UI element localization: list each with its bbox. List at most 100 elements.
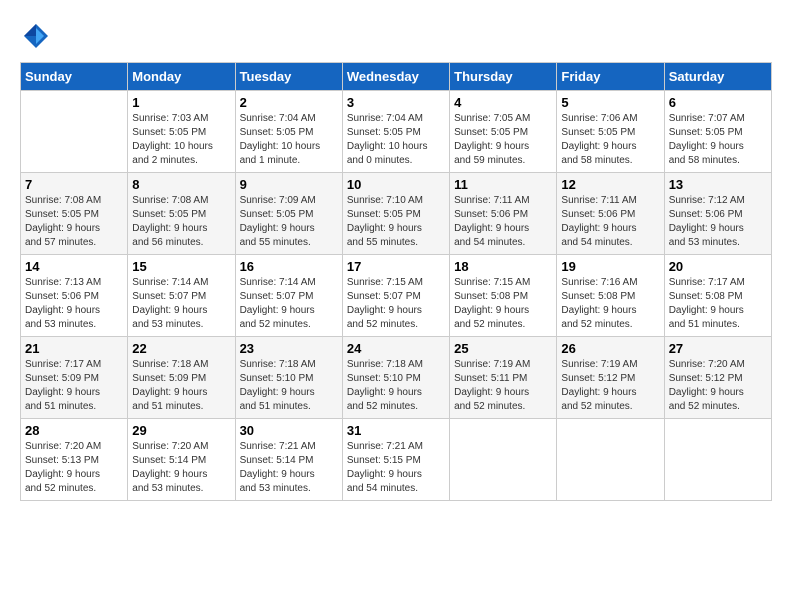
calendar-cell: 25 Sunrise: 7:19 AM Sunset: 5:11 PM Dayli…: [450, 337, 557, 419]
day-number: 6: [669, 95, 767, 110]
day-info: Sunrise: 7:11 AM Sunset: 5:06 PM Dayligh…: [561, 194, 659, 250]
calendar-table: SundayMondayTuesdayWednesdayThursdayFrid…: [20, 62, 772, 501]
day-number: 10: [347, 177, 445, 192]
day-info: Sunrise: 7:20 AM Sunset: 5:12 PM Dayligh…: [669, 358, 767, 414]
day-number: 28: [25, 423, 123, 438]
day-info: Sunrise: 7:03 AM Sunset: 5:05 PM Dayligh…: [132, 112, 230, 168]
day-number: 8: [132, 177, 230, 192]
calendar-cell: 12 Sunrise: 7:11 AM Sunset: 5:06 PM Dayli…: [557, 173, 664, 255]
day-info: Sunrise: 7:17 AM Sunset: 5:08 PM Dayligh…: [669, 276, 767, 332]
day-info: Sunrise: 7:04 AM Sunset: 5:05 PM Dayligh…: [347, 112, 445, 168]
day-number: 13: [669, 177, 767, 192]
logo: [20, 20, 56, 52]
day-number: 7: [25, 177, 123, 192]
day-number: 15: [132, 259, 230, 274]
week-row-1: 1 Sunrise: 7:03 AM Sunset: 5:05 PM Daylig…: [21, 91, 772, 173]
day-info: Sunrise: 7:21 AM Sunset: 5:14 PM Dayligh…: [240, 440, 338, 496]
day-info: Sunrise: 7:16 AM Sunset: 5:08 PM Dayligh…: [561, 276, 659, 332]
calendar-cell: [557, 419, 664, 501]
calendar-cell: 11Sunrise: 7:11 AM Sunset: 5:06 PM Dayli…: [450, 173, 557, 255]
calendar-cell: [21, 91, 128, 173]
day-number: 25: [454, 341, 552, 356]
day-info: Sunrise: 7:18 AM Sunset: 5:10 PM Dayligh…: [347, 358, 445, 414]
week-row-2: 7 Sunrise: 7:08 AM Sunset: 5:05 PM Daylig…: [21, 173, 772, 255]
calendar-cell: [450, 419, 557, 501]
weekday-header-saturday: Saturday: [664, 63, 771, 91]
day-info: Sunrise: 7:10 AM Sunset: 5:05 PM Dayligh…: [347, 194, 445, 250]
calendar-cell: 14 Sunrise: 7:13 AM Sunset: 5:06 PM Dayli…: [21, 255, 128, 337]
day-info: Sunrise: 7:08 AM Sunset: 5:05 PM Dayligh…: [25, 194, 123, 250]
weekday-header-wednesday: Wednesday: [342, 63, 449, 91]
calendar-cell: 23 Sunrise: 7:18 AM Sunset: 5:10 PM Dayli…: [235, 337, 342, 419]
day-number: 14: [25, 259, 123, 274]
calendar-cell: 8 Sunrise: 7:08 AM Sunset: 5:05 PM Daylig…: [128, 173, 235, 255]
day-info: Sunrise: 7:17 AM Sunset: 5:09 PM Dayligh…: [25, 358, 123, 414]
day-number: 30: [240, 423, 338, 438]
day-number: 18: [454, 259, 552, 274]
calendar-cell: 6Sunrise: 7:07 AM Sunset: 5:05 PM Daylig…: [664, 91, 771, 173]
day-info: Sunrise: 7:19 AM Sunset: 5:12 PM Dayligh…: [561, 358, 659, 414]
calendar-cell: 16 Sunrise: 7:14 AM Sunset: 5:07 PM Dayli…: [235, 255, 342, 337]
day-number: 27: [669, 341, 767, 356]
day-number: 4: [454, 95, 552, 110]
week-row-3: 14 Sunrise: 7:13 AM Sunset: 5:06 PM Dayli…: [21, 255, 772, 337]
day-info: Sunrise: 7:20 AM Sunset: 5:13 PM Dayligh…: [25, 440, 123, 496]
calendar-cell: 24Sunrise: 7:18 AM Sunset: 5:10 PM Dayli…: [342, 337, 449, 419]
calendar-cell: 27 Sunrise: 7:20 AM Sunset: 5:12 PM Dayli…: [664, 337, 771, 419]
calendar-cell: 3Sunrise: 7:04 AM Sunset: 5:05 PM Daylig…: [342, 91, 449, 173]
day-info: Sunrise: 7:15 AM Sunset: 5:07 PM Dayligh…: [347, 276, 445, 332]
day-number: 5: [561, 95, 659, 110]
weekday-header-thursday: Thursday: [450, 63, 557, 91]
day-number: 26: [561, 341, 659, 356]
calendar-cell: 20 Sunrise: 7:17 AM Sunset: 5:08 PM Dayli…: [664, 255, 771, 337]
day-number: 29: [132, 423, 230, 438]
day-number: 12: [561, 177, 659, 192]
day-info: Sunrise: 7:04 AM Sunset: 5:05 PM Dayligh…: [240, 112, 338, 168]
day-info: Sunrise: 7:18 AM Sunset: 5:10 PM Dayligh…: [240, 358, 338, 414]
calendar-cell: 26 Sunrise: 7:19 AM Sunset: 5:12 PM Dayli…: [557, 337, 664, 419]
calendar-cell: 19Sunrise: 7:16 AM Sunset: 5:08 PM Dayli…: [557, 255, 664, 337]
day-number: 21: [25, 341, 123, 356]
calendar-cell: 15 Sunrise: 7:14 AM Sunset: 5:07 PM Dayli…: [128, 255, 235, 337]
day-info: Sunrise: 7:14 AM Sunset: 5:07 PM Dayligh…: [240, 276, 338, 332]
calendar-cell: 18 Sunrise: 7:15 AM Sunset: 5:08 PM Dayli…: [450, 255, 557, 337]
calendar-cell: 10 Sunrise: 7:10 AM Sunset: 5:05 PM Dayli…: [342, 173, 449, 255]
day-info: Sunrise: 7:14 AM Sunset: 5:07 PM Dayligh…: [132, 276, 230, 332]
day-number: 2: [240, 95, 338, 110]
day-info: Sunrise: 7:05 AM Sunset: 5:05 PM Dayligh…: [454, 112, 552, 168]
weekday-header-sunday: Sunday: [21, 63, 128, 91]
day-number: 20: [669, 259, 767, 274]
day-info: Sunrise: 7:06 AM Sunset: 5:05 PM Dayligh…: [561, 112, 659, 168]
logo-icon: [20, 20, 52, 52]
calendar-cell: 31 Sunrise: 7:21 AM Sunset: 5:15 PM Dayli…: [342, 419, 449, 501]
page-header: [20, 20, 772, 52]
day-number: 31: [347, 423, 445, 438]
day-info: Sunrise: 7:11 AM Sunset: 5:06 PM Dayligh…: [454, 194, 552, 250]
calendar-cell: 29Sunrise: 7:20 AM Sunset: 5:14 PM Dayli…: [128, 419, 235, 501]
calendar-cell: 22Sunrise: 7:18 AM Sunset: 5:09 PM Dayli…: [128, 337, 235, 419]
calendar-cell: [664, 419, 771, 501]
day-info: Sunrise: 7:12 AM Sunset: 5:06 PM Dayligh…: [669, 194, 767, 250]
day-info: Sunrise: 7:19 AM Sunset: 5:11 PM Dayligh…: [454, 358, 552, 414]
calendar-cell: 28 Sunrise: 7:20 AM Sunset: 5:13 PM Dayli…: [21, 419, 128, 501]
weekday-header-row: SundayMondayTuesdayWednesdayThursdayFrid…: [21, 63, 772, 91]
day-info: Sunrise: 7:13 AM Sunset: 5:06 PM Dayligh…: [25, 276, 123, 332]
calendar-cell: 2 Sunrise: 7:04 AM Sunset: 5:05 PM Daylig…: [235, 91, 342, 173]
calendar-cell: 7 Sunrise: 7:08 AM Sunset: 5:05 PM Daylig…: [21, 173, 128, 255]
day-info: Sunrise: 7:21 AM Sunset: 5:15 PM Dayligh…: [347, 440, 445, 496]
day-info: Sunrise: 7:15 AM Sunset: 5:08 PM Dayligh…: [454, 276, 552, 332]
calendar-cell: 30 Sunrise: 7:21 AM Sunset: 5:14 PM Dayli…: [235, 419, 342, 501]
weekday-header-tuesday: Tuesday: [235, 63, 342, 91]
day-info: Sunrise: 7:08 AM Sunset: 5:05 PM Dayligh…: [132, 194, 230, 250]
day-number: 23: [240, 341, 338, 356]
weekday-header-monday: Monday: [128, 63, 235, 91]
day-number: 1: [132, 95, 230, 110]
day-number: 16: [240, 259, 338, 274]
calendar-cell: 17Sunrise: 7:15 AM Sunset: 5:07 PM Dayli…: [342, 255, 449, 337]
day-info: Sunrise: 7:09 AM Sunset: 5:05 PM Dayligh…: [240, 194, 338, 250]
calendar-cell: 13 Sunrise: 7:12 AM Sunset: 5:06 PM Dayli…: [664, 173, 771, 255]
calendar-cell: 21 Sunrise: 7:17 AM Sunset: 5:09 PM Dayli…: [21, 337, 128, 419]
calendar-cell: 4 Sunrise: 7:05 AM Sunset: 5:05 PM Daylig…: [450, 91, 557, 173]
calendar-cell: 5 Sunrise: 7:06 AM Sunset: 5:05 PM Daylig…: [557, 91, 664, 173]
weekday-header-friday: Friday: [557, 63, 664, 91]
